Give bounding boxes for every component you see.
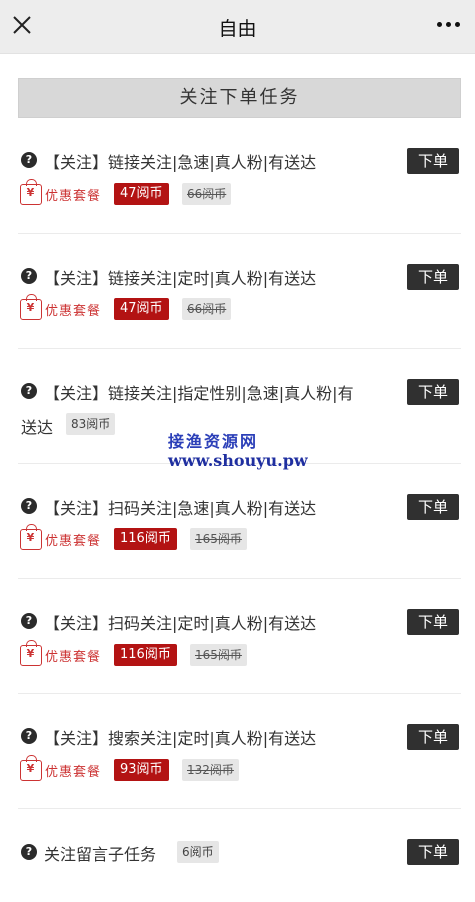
task-item: ? 【关注】扫码关注|急速|真人粉|有送达 下单 ¥ 优惠套餐 116阅币 16… bbox=[0, 464, 475, 579]
task-item: ? 【关注】链接关注|定时|真人粉|有送达 下单 ¥ 优惠套餐 47阅币 66阅… bbox=[0, 234, 475, 349]
task-title: 【关注】链接关注|急速|真人粉|有送达 bbox=[44, 153, 317, 172]
shopping-bag-icon: ¥ bbox=[20, 640, 42, 666]
question-icon[interactable]: ? bbox=[21, 383, 37, 399]
task-title: 【关注】链接关注|定时|真人粉|有送达 bbox=[44, 269, 317, 288]
original-price: 66阅币 bbox=[182, 298, 232, 320]
question-icon[interactable]: ? bbox=[21, 728, 37, 744]
task-item: ? 关注留言子任务 6阅币 下单 bbox=[0, 809, 475, 899]
more-icon[interactable] bbox=[437, 20, 463, 30]
shopping-bag-icon: ¥ bbox=[20, 755, 42, 781]
original-price: 66阅币 bbox=[182, 183, 232, 205]
order-button[interactable]: 下单 bbox=[407, 379, 459, 405]
price-badge: 93阅币 bbox=[114, 759, 169, 781]
question-icon[interactable]: ? bbox=[21, 498, 37, 514]
price-badge: 47阅币 bbox=[114, 183, 169, 205]
task-title: 关注留言子任务 bbox=[44, 845, 157, 864]
price-badge: 116阅币 bbox=[114, 644, 177, 666]
price-badge: 83阅币 bbox=[66, 413, 116, 435]
task-title: 【关注】扫码关注|急速|真人粉|有送达 bbox=[44, 499, 317, 518]
shopping-bag-icon: ¥ bbox=[20, 179, 42, 205]
task-title: 【关注】扫码关注|定时|真人粉|有送达 bbox=[44, 614, 317, 633]
order-button[interactable]: 下单 bbox=[407, 264, 459, 290]
task-title-cont: 送达 bbox=[21, 418, 54, 437]
watermark-title: 接渔资源网 bbox=[168, 432, 259, 451]
page-title: 自由 bbox=[218, 18, 257, 40]
order-button[interactable]: 下单 bbox=[407, 724, 459, 750]
task-title: 【关注】搜索关注|定时|真人粉|有送达 bbox=[44, 729, 317, 748]
task-item: ? 【关注】扫码关注|定时|真人粉|有送达 下单 ¥ 优惠套餐 116阅币 16… bbox=[0, 579, 475, 694]
order-button[interactable]: 下单 bbox=[407, 494, 459, 520]
order-button[interactable]: 下单 bbox=[407, 609, 459, 635]
order-button[interactable]: 下单 bbox=[407, 839, 459, 865]
original-price: 165阅币 bbox=[190, 644, 247, 666]
task-item: ? 【关注】链接关注|急速|真人粉|有送达 下单 ¥ 优惠套餐 47阅币 66阅… bbox=[0, 118, 475, 234]
task-item: ? 【关注】搜索关注|定时|真人粉|有送达 下单 ¥ 优惠套餐 93阅币 132… bbox=[0, 694, 475, 809]
original-price: 165阅币 bbox=[190, 528, 247, 550]
price-badge: 47阅币 bbox=[114, 298, 169, 320]
question-icon[interactable]: ? bbox=[21, 152, 37, 168]
question-icon[interactable]: ? bbox=[21, 613, 37, 629]
section-heading: 关注下单任务 bbox=[18, 78, 461, 118]
question-icon[interactable]: ? bbox=[21, 844, 37, 860]
shopping-bag-icon: ¥ bbox=[20, 524, 42, 550]
shopping-bag-icon: ¥ bbox=[20, 294, 42, 320]
price-badge: 6阅币 bbox=[177, 841, 219, 863]
top-bar: 自由 bbox=[0, 0, 475, 54]
question-icon[interactable]: ? bbox=[21, 268, 37, 284]
original-price: 132阅币 bbox=[182, 759, 239, 781]
task-title: 【关注】链接关注|指定性别|急速|真人粉|有 bbox=[44, 384, 354, 403]
order-button[interactable]: 下单 bbox=[407, 148, 459, 174]
price-badge: 116阅币 bbox=[114, 528, 177, 550]
